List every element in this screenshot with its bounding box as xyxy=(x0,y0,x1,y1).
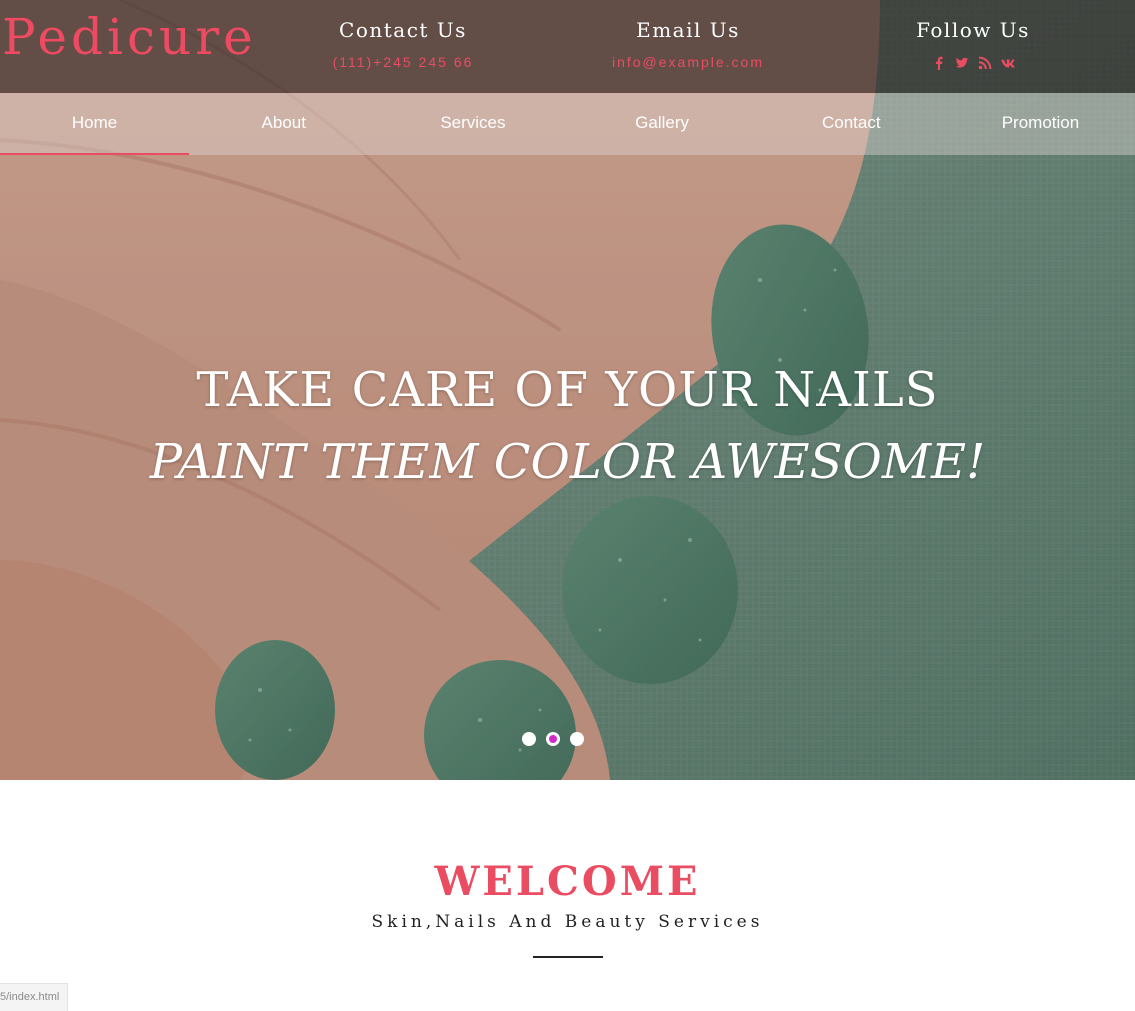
slider-dot-1[interactable] xyxy=(522,732,536,746)
facebook-icon[interactable] xyxy=(932,56,946,70)
hero-headline: TAKE CARE OF YOUR NAILS xyxy=(196,362,939,418)
follow-heading: Follow Us xyxy=(916,18,1030,42)
welcome-subtitle: Skin,Nails And Beauty Services xyxy=(371,912,764,932)
follow-info: Follow Us xyxy=(853,18,1093,70)
rss-icon[interactable] xyxy=(978,56,992,70)
email-heading: Email Us xyxy=(636,18,740,42)
site-logo[interactable]: Pedicure xyxy=(2,12,257,62)
social-links xyxy=(853,56,1093,70)
section-divider xyxy=(532,956,603,958)
contact-heading: Contact Us xyxy=(339,18,467,42)
slider-dots xyxy=(522,732,584,746)
slider-dot-2[interactable] xyxy=(546,732,560,746)
welcome-title: WELCOME xyxy=(434,858,701,905)
top-header: Pedicure Contact Us (111)+245 245 66 Ema… xyxy=(0,0,1135,93)
nav-item-promotion[interactable]: Promotion xyxy=(946,93,1135,155)
contact-info: Contact Us (111)+245 245 66 xyxy=(283,18,523,70)
nav-item-contact[interactable]: Contact xyxy=(757,93,946,155)
slider-dot-3[interactable] xyxy=(570,732,584,746)
vk-icon[interactable] xyxy=(1000,56,1015,70)
contact-phone: (111)+245 245 66 xyxy=(332,54,474,70)
hero-tagline: PAINT THEM COLOR AWESOME! xyxy=(149,433,986,490)
nav-item-services[interactable]: Services xyxy=(378,93,567,155)
nav-item-about[interactable]: About xyxy=(189,93,378,155)
nav-item-gallery[interactable]: Gallery xyxy=(568,93,757,155)
hero-caption: TAKE CARE OF YOUR NAILS PAINT THEM COLOR… xyxy=(0,362,1135,491)
email-info: Email Us info@example.com xyxy=(568,18,808,70)
browser-status-bar: 5/index.html xyxy=(0,983,69,1011)
welcome-section: WELCOME Skin,Nails And Beauty Services xyxy=(0,858,1135,958)
email-address[interactable]: info@example.com xyxy=(568,54,808,70)
main-nav: Home About Services Gallery Contact Prom… xyxy=(0,93,1135,155)
twitter-icon[interactable] xyxy=(955,56,969,70)
nav-item-home[interactable]: Home xyxy=(0,93,190,155)
